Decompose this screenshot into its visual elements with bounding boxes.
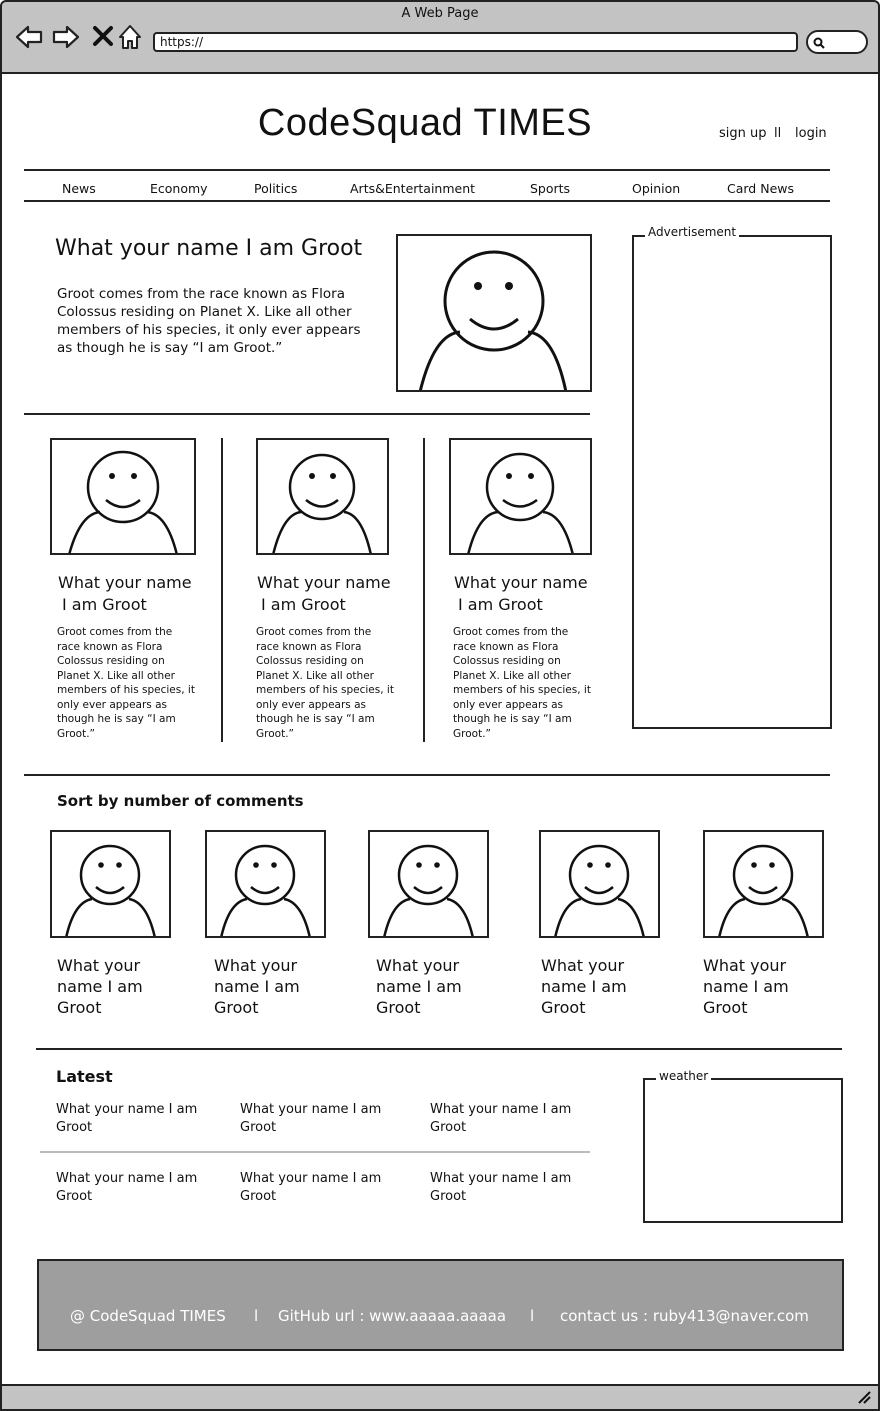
footer-github-link[interactable]: GitHub url : www.aaaaa.aaaaa: [278, 1307, 506, 1325]
card-title-line2: I am Groot: [62, 595, 147, 614]
latest-item[interactable]: What your name I am Groot: [56, 1101, 216, 1137]
weather-panel: [643, 1078, 843, 1223]
footer-contact-link[interactable]: contact us : ruby413@naver.com: [560, 1307, 809, 1325]
footer-divider: l: [530, 1307, 535, 1325]
section-divider: [24, 774, 830, 776]
home-icon[interactable]: [116, 22, 146, 52]
featured-article-image[interactable]: [396, 234, 592, 392]
sorted-article-image[interactable]: [205, 830, 326, 938]
featured-divider: [24, 413, 590, 415]
card-divider: [423, 438, 425, 742]
nav-item-sports[interactable]: Sports: [530, 181, 570, 196]
card-title-line1: What your name: [454, 573, 588, 592]
card-body: Groot comes from the race known as Flora…: [256, 626, 394, 740]
footer-copyright: @ CodeSquad TIMES: [70, 1307, 226, 1325]
nav-item-opinion[interactable]: Opinion: [632, 181, 680, 196]
sorted-article-title[interactable]: What your name I am Groot: [541, 955, 651, 1018]
header-separator: ll: [774, 126, 782, 141]
sorted-article-image[interactable]: [50, 830, 171, 938]
card-divider: [221, 438, 223, 742]
card-title[interactable]: What your name I am Groot: [454, 572, 588, 616]
card-image[interactable]: [256, 438, 389, 555]
back-arrow-icon[interactable]: [14, 22, 44, 52]
nav-item-economy[interactable]: Economy: [150, 181, 208, 196]
sign-up-link[interactable]: sign up: [719, 126, 767, 141]
card-body: Groot comes from the race known as Flora…: [453, 626, 591, 740]
card-title-line1: What your name: [58, 573, 192, 592]
card-image[interactable]: [50, 438, 196, 555]
sorted-article-title[interactable]: What your name I am Groot: [703, 955, 813, 1018]
nav-item-politics[interactable]: Politics: [254, 181, 297, 196]
card-title[interactable]: What your name I am Groot: [58, 572, 192, 616]
card-title[interactable]: What your name I am Groot: [257, 572, 391, 616]
card-title-line2: I am Groot: [261, 595, 346, 614]
sorted-article-image[interactable]: [703, 830, 824, 938]
latest-item[interactable]: What your name I am Groot: [56, 1170, 216, 1206]
forward-arrow-icon[interactable]: [51, 22, 81, 52]
card-image[interactable]: [449, 438, 592, 555]
search-icon: [812, 35, 826, 54]
resize-grip-icon[interactable]: [856, 1389, 872, 1409]
footer-divider: l: [254, 1307, 259, 1325]
sorted-article-title[interactable]: What your name I am Groot: [214, 955, 324, 1018]
latest-row-divider: [40, 1151, 590, 1153]
latest-item[interactable]: What your name I am Groot: [240, 1101, 400, 1137]
url-input[interactable]: https://: [153, 32, 798, 52]
latest-item[interactable]: What your name I am Groot: [240, 1170, 400, 1206]
latest-heading: Latest: [56, 1067, 113, 1086]
status-bar: [0, 1384, 880, 1411]
nav-item-news[interactable]: News: [62, 181, 96, 196]
sort-section-heading: Sort by number of comments: [57, 792, 304, 810]
close-icon[interactable]: [89, 22, 119, 52]
card-title-line2: I am Groot: [458, 595, 543, 614]
login-link[interactable]: login: [795, 126, 827, 141]
featured-article-body: Groot comes from the race known as Flora…: [57, 286, 361, 356]
sorted-article-title[interactable]: What your name I am Groot: [57, 955, 167, 1018]
nav-item-card-news[interactable]: Card News: [727, 181, 794, 196]
window-title: A Web Page: [401, 6, 479, 21]
footer: [37, 1259, 844, 1351]
advertisement-panel[interactable]: [632, 235, 832, 729]
sorted-article-image[interactable]: [368, 830, 489, 938]
latest-item[interactable]: What your name I am Groot: [430, 1170, 590, 1206]
weather-label: weather: [656, 1069, 712, 1083]
nav-bottom-divider: [24, 200, 830, 202]
section-divider: [36, 1048, 842, 1050]
card-body: Groot comes from the race known as Flora…: [57, 626, 195, 740]
card-title-line1: What your name: [257, 573, 391, 592]
sorted-article-image[interactable]: [539, 830, 660, 938]
sorted-article-title[interactable]: What your name I am Groot: [376, 955, 486, 1018]
nav-item-arts-entertainment[interactable]: Arts&Entertainment: [350, 181, 475, 196]
browser-search-box[interactable]: [806, 30, 868, 54]
advertisement-label: Advertisement: [645, 225, 740, 239]
latest-item[interactable]: What your name I am Groot: [430, 1101, 590, 1137]
nav-top-divider: [24, 169, 830, 171]
site-title: CodeSquad TIMES: [257, 102, 593, 144]
featured-article-title[interactable]: What your name I am Groot: [55, 236, 362, 261]
